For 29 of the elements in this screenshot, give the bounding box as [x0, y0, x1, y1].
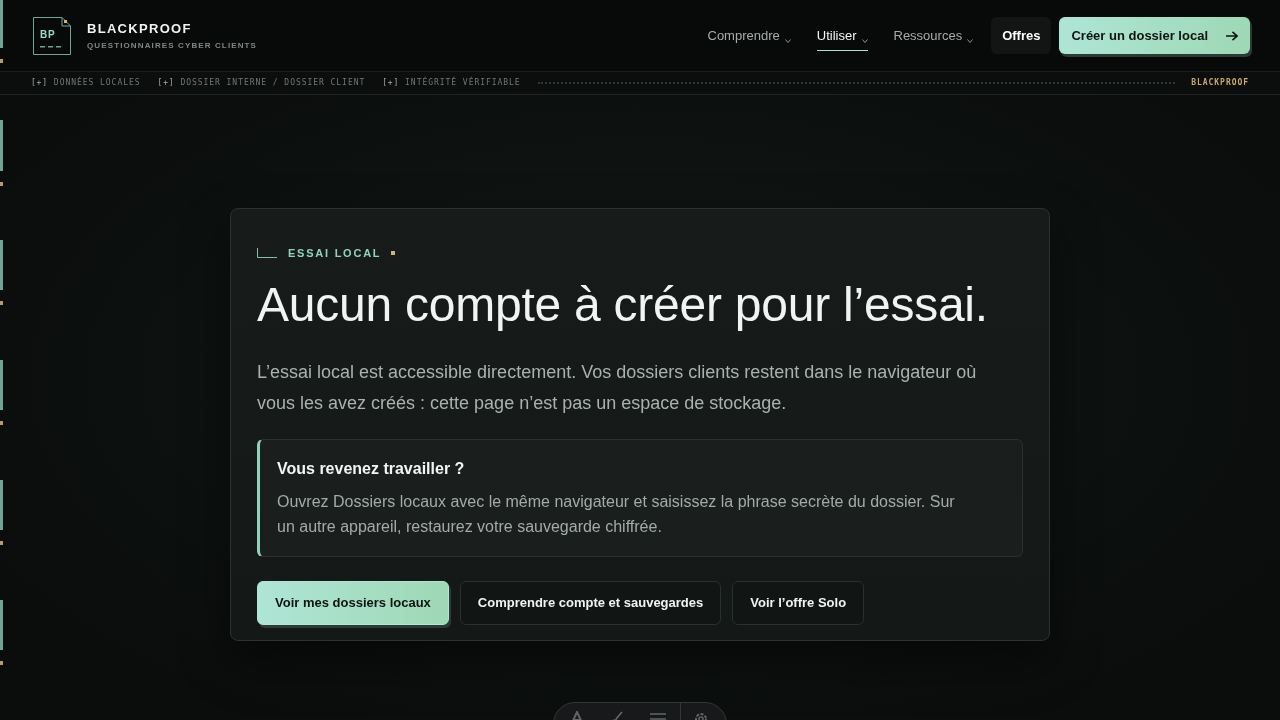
nav-link[interactable]: Offres: [991, 17, 1052, 54]
strip-label: DOSSIER INTERNE / DOSSIER CLIENT: [180, 78, 366, 88]
action-button[interactable]: Voir l’offre Solo: [732, 581, 865, 625]
strip-label: DONNÉES LOCALES: [53, 78, 141, 88]
logo-text: BP: [40, 29, 56, 40]
chevron-down-icon: [861, 39, 868, 43]
corner-bracket-icon: [257, 248, 277, 258]
lead-paragraph: L’essai local est accessible directement. Vos dossiers clients restent dans le navigateur où vous les avez créés : cette page n’est pas un espace de stockage.: [257, 361, 978, 415]
brand-tagline: QUESTIONNAIRES CYBER CLIENTS: [87, 41, 258, 50]
arrow-right-icon: [1226, 30, 1238, 41]
strip-marker: [+]: [382, 78, 400, 88]
nav-link[interactable]: Comprendre: [707, 20, 791, 51]
action-button[interactable]: Voir mes dossiers locaux: [257, 581, 449, 625]
logo-frame-icon: [33, 16, 71, 55]
nav-link[interactable]: Utiliser: [816, 20, 868, 51]
strip-marker: [+]: [157, 78, 175, 88]
brand-name: BLACKPROOF: [87, 21, 193, 35]
strip-label: INTÉGRITÉ VÉRIFIABLE: [405, 78, 521, 88]
eyebrow-label: ESSAI LOCAL: [288, 247, 382, 259]
callout-title: Vous revenez travailler ?: [277, 459, 466, 479]
create-folder-button[interactable]: Créer un dossier local: [1059, 17, 1250, 54]
page-heading: Aucun compte à créer pour l’essai.: [257, 277, 988, 333]
strip-brand: BLACKPROOF: [1191, 78, 1249, 88]
nav-link[interactable]: Ressources: [893, 20, 974, 51]
action-button[interactable]: Comprendre compte et sauvegardes: [459, 581, 722, 625]
chevron-down-icon: [784, 39, 791, 43]
callout-text: Ouvrez Dossiers locaux avec le même navigateur et saisissez la phrase secrète du dossier. Sur un autre appareil, restaurez votre sauvegarde chiffrée.: [277, 492, 956, 537]
chevron-down-icon: [967, 39, 974, 43]
strip-marker: [+]: [31, 78, 48, 88]
